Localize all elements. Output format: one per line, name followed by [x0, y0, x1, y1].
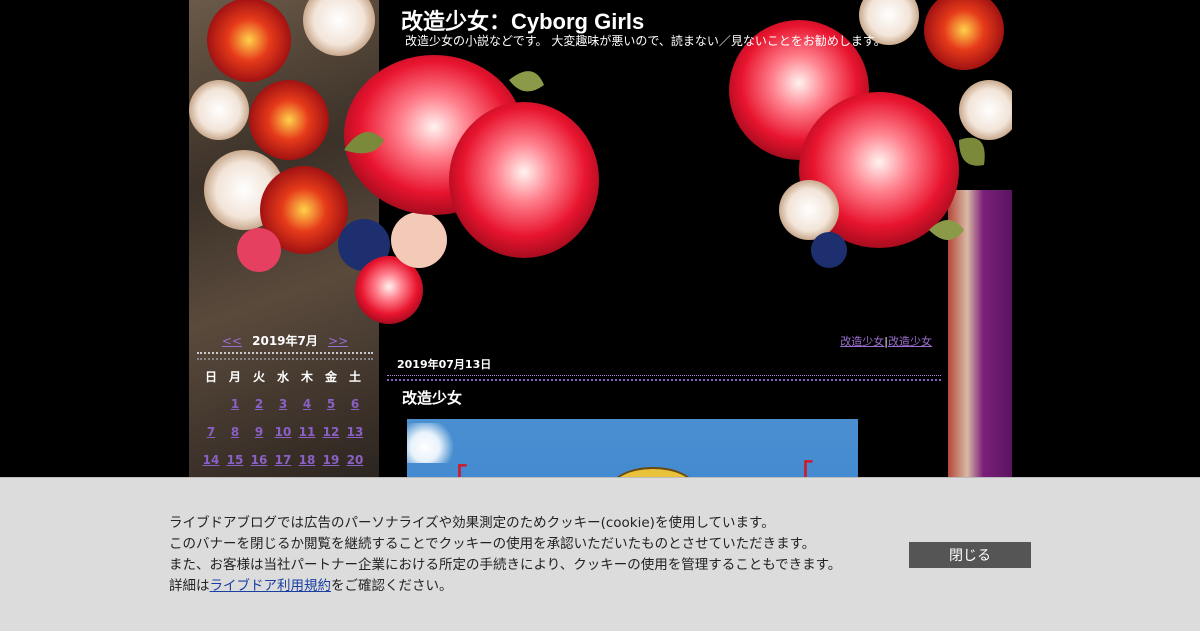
calendar-day-link[interactable]: 3 [271, 390, 295, 418]
cookie-details-prefix: 詳細は [169, 578, 210, 594]
category-link[interactable]: 改造少女 [840, 335, 884, 348]
calendar-day-link[interactable]: 16 [247, 446, 271, 474]
cookie-banner: ライブドアブログでは広告のパーソナライズや効果測定のためクッキー(cookie)… [0, 477, 1200, 631]
calendar-weekday: 月 [228, 370, 241, 384]
calendar-day-link[interactable]: 11 [295, 418, 319, 446]
calendar-next-link[interactable]: >> [328, 334, 348, 348]
calendar-weekday: 土 [348, 370, 361, 384]
category-link[interactable]: 改造少女 [888, 335, 932, 348]
calendar-day-link[interactable]: 18 [295, 446, 319, 474]
calendar-day-link[interactable]: 20 [343, 446, 367, 474]
cookie-text-line: ライブドアブログでは広告のパーソナライズや効果測定のためクッキー(cookie)… [169, 515, 775, 531]
calendar-day-link[interactable]: 6 [343, 390, 367, 418]
calendar-empty-cell [199, 390, 223, 418]
calendar-weekday: 金 [324, 370, 337, 384]
calendar-day-link[interactable]: 17 [271, 446, 295, 474]
blog-description: 改造少女の小説などです。 大変趣味が悪いので、読まない／見ないことをお勧めします… [405, 34, 886, 48]
calendar-grid: 日月火水木金土 1 2 3 4 5 6 7 8 9 10 11 12 13 14 15 16 17 18 19 20 [199, 364, 375, 474]
cookie-banner-text: ライブドアブログでは広告のパーソナライズや効果測定のためクッキー(cookie)… [169, 513, 889, 597]
close-button[interactable]: 閉じる [909, 542, 1031, 568]
calendar-weekday: 水 [276, 370, 289, 384]
cookie-details-suffix: をご確認ください。 [331, 578, 453, 594]
calendar-day-link[interactable]: 7 [199, 418, 223, 446]
calendar-weekday: 木 [300, 370, 313, 384]
cookie-text-line: また、お客様は当社パートナー企業における所定の手続きにより、クッキーの使用を管理… [169, 557, 842, 573]
terms-link[interactable]: ライブドア利用規約 [210, 578, 332, 594]
calendar-day-link[interactable]: 13 [343, 418, 367, 446]
calendar-day-link[interactable]: 4 [295, 390, 319, 418]
post-date: 2019年07月13日 [397, 358, 492, 371]
calendar-day-link[interactable]: 9 [247, 418, 271, 446]
calendar-day-link[interactable]: 14 [199, 446, 223, 474]
calendar-day-link[interactable]: 2 [247, 390, 271, 418]
post-title[interactable]: 改造少女 [402, 387, 462, 408]
calendar: << 2019年7月 >> 日月火水木金土 1 2 3 4 5 6 7 8 9 10 11 12 13 14… [195, 330, 375, 474]
calendar-divider [197, 352, 373, 360]
calendar-day-link[interactable]: 12 [319, 418, 343, 446]
calendar-weekday: 火 [252, 370, 265, 384]
cookie-text-line: このバナーを閉じるか閲覧を継続することでクッキーの使用を承認いただいたものとさせ… [169, 536, 816, 552]
calendar-day-link[interactable]: 8 [223, 418, 247, 446]
calendar-day-link[interactable]: 1 [223, 390, 247, 418]
calendar-month: 2019年7月 [252, 334, 318, 348]
calendar-header: << 2019年7月 >> [195, 330, 375, 352]
calendar-day-link[interactable]: 10 [271, 418, 295, 446]
calendar-day-link[interactable]: 5 [319, 390, 343, 418]
calendar-weekday: 日 [204, 370, 217, 384]
calendar-prev-link[interactable]: << [222, 334, 242, 348]
calendar-day-link[interactable]: 15 [223, 446, 247, 474]
category-links: 改造少女|改造少女 [840, 333, 932, 349]
post-divider [387, 375, 941, 381]
calendar-day-link[interactable]: 19 [319, 446, 343, 474]
cookie-text-line: 詳細はライブドア利用規約をご確認ください。 [169, 576, 889, 597]
